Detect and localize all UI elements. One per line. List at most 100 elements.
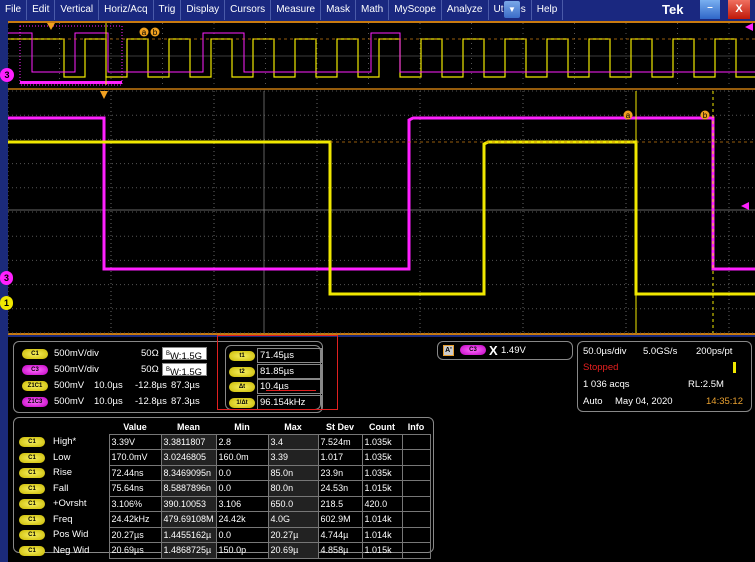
- measurement-cell: 602.9M: [317, 511, 363, 528]
- measurement-cell: 3.106: [215, 495, 269, 512]
- menu-horizacq[interactable]: Horiz/Acq: [99, 0, 154, 20]
- measurement-cell: [401, 449, 431, 466]
- channel-scale: 500mV/div: [54, 364, 99, 375]
- trigger-slope-icon: [733, 362, 736, 373]
- measurement-cell: 1.4868725µ: [160, 542, 217, 559]
- measurement-cell: 85.0n: [267, 464, 319, 481]
- source-badge: C1: [19, 468, 45, 479]
- menu-myscope[interactable]: MyScope: [389, 0, 442, 20]
- measurement-cell: 3.3811807: [160, 433, 217, 450]
- acquisition-readout[interactable]: 50.0µs/div 5.0GS/s 200ps/pt Stopped 1 03…: [577, 341, 752, 412]
- measurement-cell: 0.0: [215, 526, 269, 543]
- measurement-cell: 150.0p: [215, 542, 269, 559]
- measurement-cell: 1.035k: [361, 449, 403, 466]
- measurement-cell: [401, 526, 431, 543]
- waveform-display[interactable]: abab: [8, 21, 755, 335]
- measurement-cell: 24.53n: [317, 480, 363, 497]
- zoom-start: -12.8µs: [135, 396, 167, 407]
- measurement-cell: 1.015k: [361, 542, 403, 559]
- measurement-cell: 1.015k: [361, 480, 403, 497]
- table-row[interactable]: C1 +Ovrsht 3.106% 390.10053 3.106 650.0 218.5 4…: [17, 495, 431, 512]
- measurement-cell: 390.10053: [160, 495, 217, 512]
- zoom-end: 87.3µs: [171, 396, 200, 407]
- menu-analyze[interactable]: Analyze: [442, 0, 489, 20]
- measurement-cell: 1.014k: [361, 511, 403, 528]
- menu-file[interactable]: File: [0, 0, 28, 20]
- table-header: Value Mean Min Max St Dev Count Info: [17, 420, 430, 434]
- measurement-cell: 2.8: [215, 433, 269, 450]
- channel-badge: Z1C3: [22, 397, 48, 407]
- channel-badge: C1: [22, 349, 48, 359]
- table-row[interactable]: C1 High* 3.39V 3.3811807 2.8 3.4 7.524m 1.035k: [17, 433, 431, 450]
- measurement-cell: 160.0m: [215, 449, 269, 466]
- measurement-cell: 3.0246805: [160, 449, 217, 466]
- channel-scale: 500mV: [54, 396, 85, 407]
- close-button[interactable]: X: [728, 0, 750, 19]
- column-header: Max: [284, 421, 302, 432]
- overview-cursor-b-marker-label: b: [153, 28, 158, 37]
- measurement-cell: [401, 464, 431, 481]
- menu-cursors[interactable]: Cursors: [225, 0, 272, 20]
- sample-rate: 5.0GS/s: [643, 346, 678, 357]
- table-row[interactable]: C1 Neg Wid 20.69µs 1.4868725µ 150.0p 20.69µ 4.…: [17, 542, 431, 559]
- record-length: RL:2.5M: [688, 379, 724, 390]
- measurement-cell: 20.69µs: [108, 542, 162, 559]
- menu-measure[interactable]: Measure: [271, 0, 322, 20]
- bandwidth-field[interactable]: BW:1.5G: [162, 347, 207, 362]
- measurement-cell: 75.64ns: [108, 480, 162, 497]
- trigger-position-marker: [100, 91, 108, 99]
- zoom-window-bar: [20, 81, 122, 84]
- table-row[interactable]: C1 Rise 72.44ns 8.3469095n 0.0 85.0n 23.9n 1.03…: [17, 464, 431, 481]
- menu-math[interactable]: Math: [356, 0, 390, 20]
- channel-impedance: 50Ω: [141, 364, 159, 375]
- column-header: Value: [123, 421, 147, 432]
- measurement-table-panel: Value Mean Min Max St Dev Count Info C1 High* 3.3…: [13, 417, 434, 559]
- measurement-cell: 4.858µ: [317, 542, 363, 559]
- measurement-name: High*: [53, 436, 77, 448]
- ch1-ground-marker[interactable]: 1: [0, 296, 13, 310]
- menu-display[interactable]: Display: [181, 0, 226, 20]
- trigger-readout[interactable]: A' C3 X 1.49V: [437, 341, 573, 360]
- zoom-start: -12.8µs: [135, 380, 167, 391]
- overview-cursor-a-marker-label: a: [142, 28, 147, 37]
- measurement-cell: 218.5: [317, 495, 363, 512]
- table-row[interactable]: C1 Freq 24.42kHz 479.69108M 24.42k 4.0G 602.9M…: [17, 511, 431, 528]
- table-row[interactable]: C1 Fall 75.64ns 8.5887896n 0.0 80.0n 24.53n 1.0…: [17, 480, 431, 497]
- measurement-cell: 3.39: [267, 449, 319, 466]
- menu-help[interactable]: Help: [532, 0, 564, 20]
- measurement-cell: 24.42k: [215, 511, 269, 528]
- trigger-mode: A': [443, 345, 454, 356]
- menu-mask[interactable]: Mask: [321, 0, 356, 20]
- measurement-cell: 170.0mV: [108, 449, 162, 466]
- measurement-cell: 4.744µ: [317, 526, 363, 543]
- table-row[interactable]: C1 Low 170.0mV 3.0246805 160.0m 3.39 1.017 1.03…: [17, 449, 431, 466]
- time: 14:35:12: [706, 396, 743, 407]
- ch3-overview-level-marker: [745, 23, 753, 31]
- menu-trig[interactable]: Trig: [154, 0, 182, 20]
- menu-edit[interactable]: Edit: [27, 0, 56, 20]
- waveform-svg: a ba b: [8, 23, 755, 334]
- measurement-name: +Ovrsht: [53, 498, 87, 510]
- ch3-ground-marker[interactable]: 3: [0, 271, 13, 285]
- measurement-cell: 1.035k: [361, 433, 403, 450]
- menu-vertical[interactable]: Vertical: [55, 0, 100, 20]
- menu-dropdown-button[interactable]: ▼: [504, 1, 520, 18]
- measurement-name: Neg Wid: [53, 544, 90, 556]
- acq-state: Stopped: [583, 362, 619, 373]
- measurement-cell: 8.3469095n: [160, 464, 217, 481]
- measurement-cell: 80.0n: [267, 480, 319, 497]
- measurement-cell: 0.0: [215, 464, 269, 481]
- minimize-button[interactable]: –: [700, 0, 720, 19]
- measurement-cell: [401, 511, 431, 528]
- measurement-cell: 3.4: [267, 433, 319, 450]
- ch3-overview-marker[interactable]: 3: [0, 68, 14, 82]
- timebase: 50.0µs/div: [583, 346, 627, 357]
- date: May 04, 2020: [615, 396, 673, 407]
- trigger-mode-auto: Auto: [583, 396, 603, 407]
- trigger-level: 1.49V: [501, 345, 526, 356]
- acq-count: 1 036 acqs: [583, 379, 630, 390]
- bandwidth-field[interactable]: BW:1.5G: [162, 363, 207, 378]
- table-row[interactable]: C1 Pos Wid 20.27µs 1.4455162µ 0.0 20.27µ 4.744…: [17, 526, 431, 543]
- measurement-cell: 1.014k: [361, 526, 403, 543]
- measurement-cell: 1.035k: [361, 464, 403, 481]
